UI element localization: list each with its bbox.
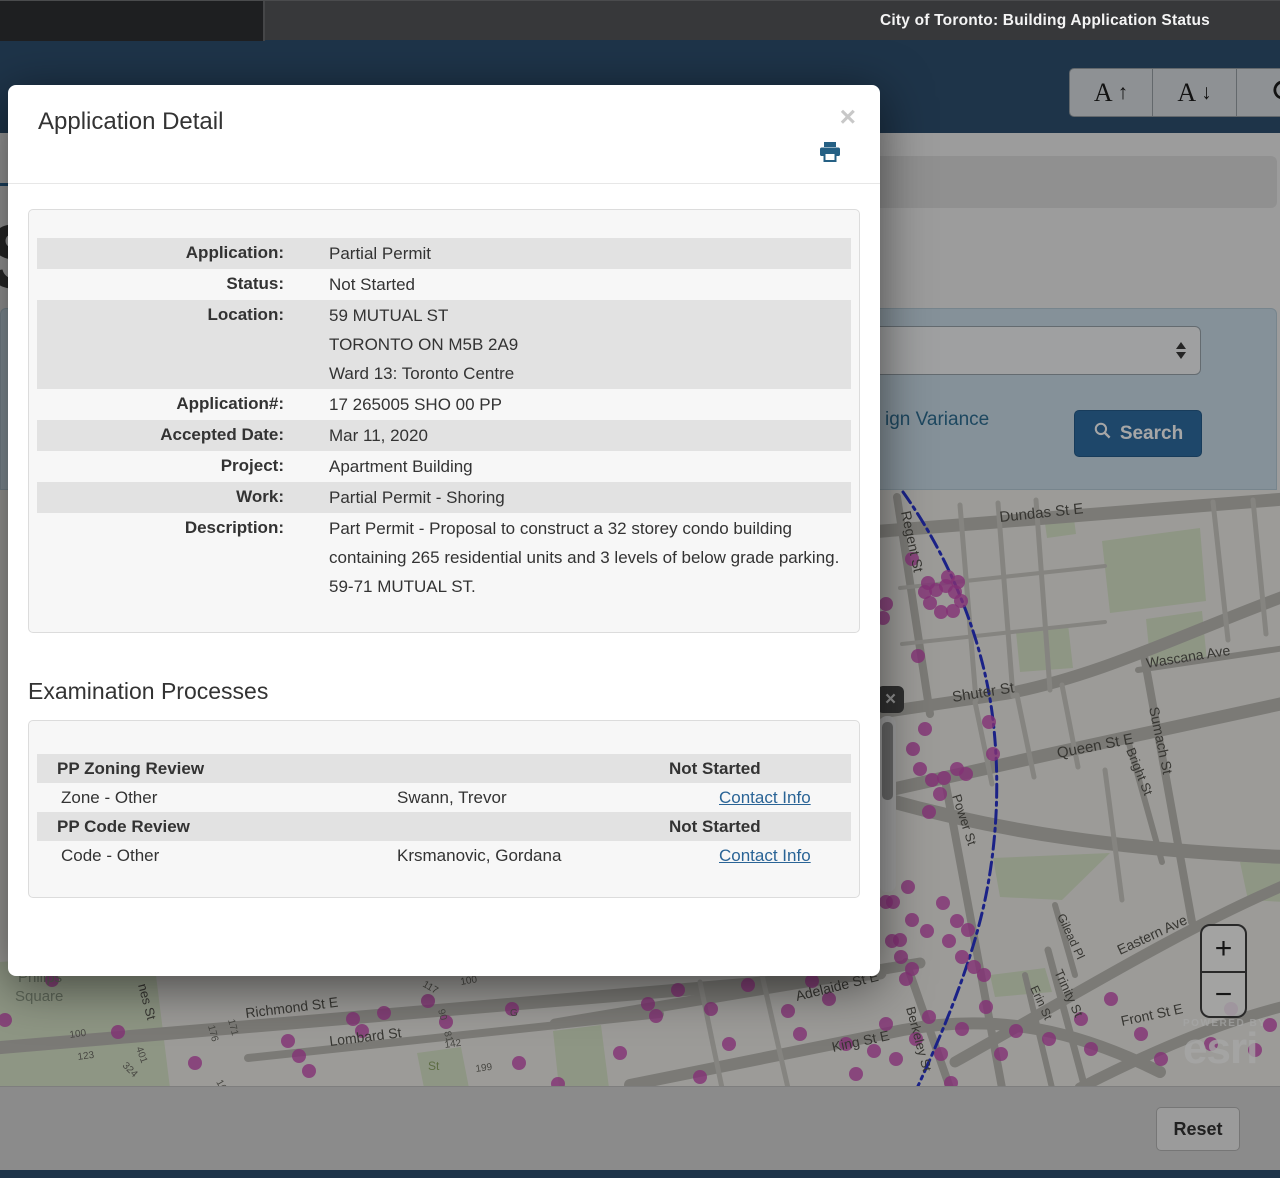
detail-row: Accepted Date:Mar 11, 2020 <box>37 420 851 451</box>
printer-icon <box>818 151 842 168</box>
page-root: S A ↑ A ↓ ign Variance Search <box>0 0 1280 1178</box>
examination-processes-table: PP Zoning ReviewNot StartedZone - OtherS… <box>28 720 860 898</box>
detail-row: Project:Apartment Building <box>37 451 851 482</box>
browser-title: City of Toronto: Building Application St… <box>880 1 1210 41</box>
detail-label: Project: <box>37 452 284 481</box>
process-item-type: Zone - Other <box>57 784 397 811</box>
detail-row: Application#:17 265005 SHO 00 PP <box>37 389 851 420</box>
detail-row: Location:59 MUTUAL STTORONTO ON M5B 2A9W… <box>37 300 851 389</box>
examination-processes-heading: Examination Processes <box>28 678 880 705</box>
process-status: Not Started <box>669 755 851 782</box>
process-name: PP Zoning Review <box>57 755 669 782</box>
detail-label: Application#: <box>37 390 284 419</box>
browser-tab[interactable] <box>0 1 265 41</box>
detail-row: Work:Partial Permit - Shoring <box>37 482 851 513</box>
detail-label: Application: <box>37 239 284 268</box>
detail-value: Apartment Building <box>284 452 851 481</box>
detail-value: 59 MUTUAL STTORONTO ON M5B 2A9Ward 13: T… <box>284 301 851 388</box>
process-status: Not Started <box>669 813 851 840</box>
detail-label: Location: <box>37 301 284 388</box>
detail-value: Part Permit - Proposal to construct a 32… <box>284 514 851 601</box>
application-detail-modal: Application Detail × Application:Partial… <box>8 85 880 976</box>
close-icon[interactable]: × <box>834 101 862 133</box>
process-section-row: PP Zoning ReviewNot Started <box>37 754 851 783</box>
detail-value: Mar 11, 2020 <box>284 421 851 450</box>
application-detail-table: Application:Partial PermitStatus:Not Sta… <box>28 209 860 633</box>
process-name: PP Code Review <box>57 813 669 840</box>
detail-row: Description:Part Permit - Proposal to co… <box>37 513 851 602</box>
detail-label: Description: <box>37 514 284 601</box>
detail-value: Not Started <box>284 270 851 299</box>
detail-label: Work: <box>37 483 284 512</box>
modal-title: Application Detail <box>38 108 850 136</box>
modal-header: Application Detail × <box>8 85 880 184</box>
detail-row: Application:Partial Permit <box>37 238 851 269</box>
detail-value: 17 265005 SHO 00 PP <box>284 390 851 419</box>
detail-value: Partial Permit <box>284 239 851 268</box>
process-section-row: PP Code ReviewNot Started <box>37 812 851 841</box>
detail-label: Accepted Date: <box>37 421 284 450</box>
process-item-link-cell: Contact Info <box>669 784 851 811</box>
print-button[interactable] <box>818 140 842 169</box>
contact-info-link[interactable]: Contact Info <box>719 846 811 865</box>
process-item-person: Krsmanovic, Gordana <box>397 842 669 869</box>
contact-info-link[interactable]: Contact Info <box>719 788 811 807</box>
process-item-person: Swann, Trevor <box>397 784 669 811</box>
process-item-row: Zone - OtherSwann, Trevor Contact Info <box>37 783 851 812</box>
detail-value: Partial Permit - Shoring <box>284 483 851 512</box>
process-item-link-cell: Contact Info <box>669 842 851 869</box>
browser-titlebar: City of Toronto: Building Application St… <box>0 0 1280 40</box>
detail-row: Status:Not Started <box>37 269 851 300</box>
process-item-type: Code - Other <box>57 842 397 869</box>
detail-label: Status: <box>37 270 284 299</box>
process-item-row: Code - OtherKrsmanovic, Gordana Contact I… <box>37 841 851 870</box>
